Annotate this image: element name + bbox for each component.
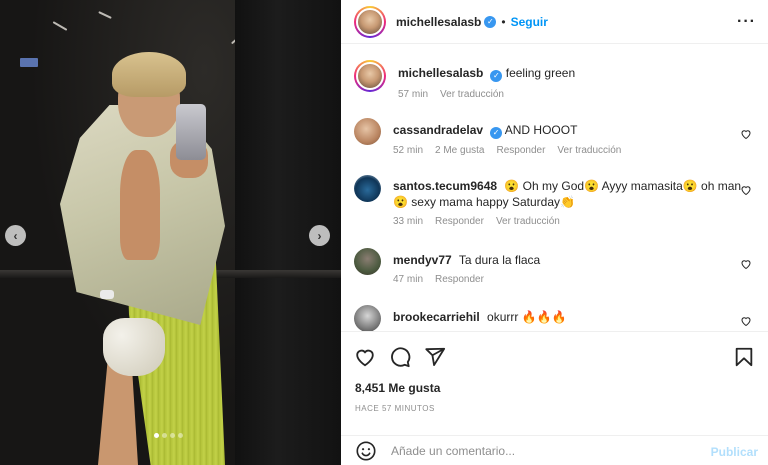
post-media[interactable]: ‹ › — [0, 0, 341, 465]
heart-icon[interactable] — [740, 184, 752, 196]
carousel-dot — [154, 433, 159, 438]
avatar[interactable] — [354, 248, 381, 275]
post-actions: 8,451 Me gusta HACE 57 MINUTOS — [341, 331, 768, 435]
heart-icon[interactable] — [354, 346, 376, 368]
phone — [176, 104, 206, 160]
avatar[interactable] — [354, 175, 381, 202]
comment-item: mendyv77 Ta dura la flaca 47 min Respond… — [354, 248, 754, 285]
verified-badge-icon: ✓ — [490, 127, 503, 139]
verified-badge-icon: ✓ — [484, 15, 497, 28]
reply-link[interactable]: Responder — [435, 274, 484, 285]
clutch-bag — [103, 318, 165, 376]
add-comment-bar: Publicar — [341, 435, 768, 465]
verified-badge-icon: ✓ — [490, 70, 503, 82]
chevron-right-icon[interactable]: › — [309, 225, 330, 246]
author-username[interactable]: michellesalasb — [396, 15, 481, 29]
translate-link[interactable]: Ver traducción — [496, 216, 560, 227]
post-timestamp: HACE 57 MINUTOS — [355, 404, 435, 413]
comment-time: 33 min — [393, 216, 424, 227]
reply-link[interactable]: Responder — [435, 216, 484, 227]
comment-username[interactable]: brookecarriehil — [393, 310, 480, 324]
ellipsis-icon[interactable]: ··· — [737, 13, 756, 31]
comment-item: santos.tecum9648 😮 Oh my God😮 Ayyy mamas… — [354, 175, 754, 227]
smiley-icon[interactable] — [355, 440, 377, 462]
comment-username[interactable]: mendyv77 — [393, 253, 452, 267]
likes-count[interactable]: 8,451 Me gusta — [355, 381, 440, 395]
comments-list[interactable]: michellesalasb ✓ feeling green 57 min Ver… — [341, 44, 768, 331]
post-sidebar: michellesalasb ✓ • Seguir ··· michellesa… — [341, 0, 768, 465]
heart-icon[interactable] — [740, 128, 752, 140]
reply-link[interactable]: Responder — [497, 145, 546, 156]
heart-icon[interactable] — [740, 315, 752, 327]
watch — [100, 290, 114, 299]
separator-dot: • — [501, 14, 506, 29]
share-icon[interactable] — [424, 346, 446, 368]
avatar[interactable] — [354, 305, 381, 331]
translate-link[interactable]: Ver traducción — [440, 89, 504, 100]
chevron-left-icon[interactable]: ‹ — [5, 225, 26, 246]
avatar[interactable] — [354, 60, 386, 92]
comment-item: cassandradelav ✓ AND HOOOT 52 min 2 Me gu… — [354, 118, 754, 156]
comment-item: brookecarriehil okurrr 🔥🔥🔥 — [354, 305, 754, 331]
comment-time: 52 min — [393, 145, 424, 156]
carousel-dot — [170, 433, 175, 438]
figure-torso — [120, 150, 160, 260]
caption-time: 57 min — [398, 89, 429, 100]
floor-indicator — [20, 58, 38, 67]
comment-time: 47 min — [393, 274, 424, 285]
caption-text: feeling green — [505, 66, 576, 80]
publish-button[interactable]: Publicar — [711, 445, 758, 459]
bookmark-icon[interactable] — [733, 346, 755, 368]
comment-text: Ta dura la flaca — [458, 253, 541, 267]
comment-input[interactable] — [391, 443, 691, 458]
avatar[interactable] — [354, 118, 381, 145]
comment-text: okurrr 🔥🔥🔥 — [487, 310, 567, 324]
carousel-dot — [178, 433, 183, 438]
comment-username[interactable]: santos.tecum9648 — [393, 179, 497, 193]
comment-username[interactable]: cassandradelav — [393, 123, 483, 137]
translate-link[interactable]: Ver traducción — [557, 145, 621, 156]
carousel-dots — [154, 433, 183, 438]
figure-hair — [112, 52, 186, 97]
post-header: michellesalasb ✓ • Seguir ··· — [341, 0, 768, 44]
caption: michellesalasb ✓ feeling green 57 min Ver… — [354, 60, 754, 100]
avatar[interactable] — [354, 5, 386, 38]
carousel-dot — [162, 433, 167, 438]
comment-likes-link[interactable]: 2 Me gusta — [435, 145, 484, 156]
comment-icon[interactable] — [389, 346, 411, 368]
caption-username[interactable]: michellesalasb — [398, 66, 483, 80]
heart-icon[interactable] — [740, 258, 752, 270]
comment-text: AND HOOOT — [504, 123, 578, 137]
follow-button[interactable]: Seguir — [511, 15, 548, 29]
